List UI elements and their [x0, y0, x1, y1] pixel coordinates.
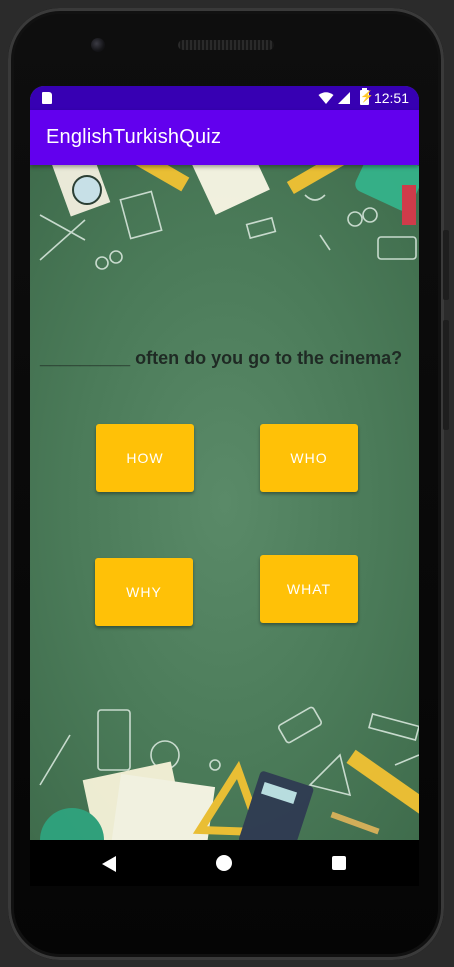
question-text: _________ often do you go to the cinema?: [40, 348, 403, 368]
answer-button-how[interactable]: HOW: [96, 424, 194, 492]
answer-button-why[interactable]: WHY: [95, 558, 193, 626]
earpiece-speaker: [178, 40, 274, 50]
wifi-icon: [318, 92, 334, 104]
recents-icon[interactable]: [332, 856, 346, 870]
back-icon[interactable]: [102, 856, 116, 872]
chalkboard-background-illustration: [39, 165, 419, 840]
home-icon[interactable]: [216, 855, 232, 871]
volume-button: [443, 320, 449, 430]
quiz-content: _________ often do you go to the cinema?…: [30, 165, 419, 840]
battery-charging-icon: ⚡: [360, 88, 374, 105]
status-bar: ⚡ 12:51: [30, 86, 419, 110]
power-button: [443, 230, 449, 300]
signal-icon: [338, 92, 350, 104]
app-title: EnglishTurkishQuiz: [46, 126, 222, 148]
screen: ⚡ 12:51 EnglishTurkishQuiz _________ oft…: [30, 86, 419, 840]
answer-button-what[interactable]: WHAT: [260, 555, 358, 623]
front-camera: [91, 38, 105, 52]
status-time: 12:51: [373, 90, 409, 106]
navigation-bar: [30, 840, 419, 886]
sd-card-icon: [42, 92, 52, 104]
app-bar: EnglishTurkishQuiz: [30, 110, 419, 165]
answer-button-who[interactable]: WHO: [260, 424, 358, 492]
